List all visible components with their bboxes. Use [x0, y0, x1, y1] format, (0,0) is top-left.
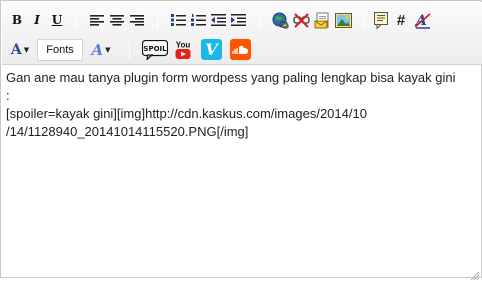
bullet-list-icon: [170, 14, 186, 26]
code-button[interactable]: #: [394, 12, 408, 29]
align-left-button[interactable]: [89, 13, 105, 27]
italic-button[interactable]: I: [30, 12, 44, 28]
numbered-list-icon: [190, 14, 206, 26]
svg-text:SPOIL: SPOIL: [143, 45, 167, 53]
resize-grip-icon: [470, 271, 480, 281]
insert-email-button[interactable]: [313, 12, 331, 29]
svg-text:You: You: [176, 40, 191, 49]
message-textarea[interactable]: Gan ane mau tanya plugin form wordpess y…: [2, 66, 464, 278]
indent-button[interactable]: [230, 13, 246, 27]
youtube-button[interactable]: You: [174, 39, 192, 60]
svg-text:V: V: [205, 40, 219, 59]
soundcloud-button[interactable]: [230, 39, 251, 60]
quote-button[interactable]: [373, 12, 389, 29]
remove-format-icon: A: [414, 13, 431, 29]
align-right-icon: [130, 14, 144, 26]
vimeo-icon: V: [201, 39, 222, 60]
outdent-button[interactable]: [210, 13, 226, 27]
font-color-icon: A: [10, 42, 22, 58]
editor-toolbar: B I U # A ▼ Fonts A ▼ SPOIL You V: [2, 2, 482, 65]
indent-icon: [230, 14, 246, 26]
email-icon: [314, 12, 328, 29]
toolbar-separator: [75, 12, 76, 30]
align-right-button[interactable]: [129, 13, 145, 27]
font-color-button[interactable]: A ▼: [8, 41, 32, 59]
remove-format-button[interactable]: A: [413, 12, 431, 29]
image-icon: [334, 13, 352, 28]
soundcloud-icon: [230, 39, 251, 60]
outdent-icon: [210, 14, 226, 26]
youtube-icon: You: [175, 40, 191, 59]
align-left-icon: [90, 14, 104, 26]
resize-handle[interactable]: [469, 265, 480, 281]
toolbar-separator: [157, 12, 158, 30]
align-center-button[interactable]: [109, 13, 125, 27]
chevron-down-icon: ▼: [23, 46, 30, 54]
font-size-button[interactable]: A ▼: [88, 40, 114, 59]
underline-button[interactable]: U: [50, 12, 64, 28]
toolbar-separator: [259, 12, 260, 30]
unlink-button[interactable]: [292, 12, 310, 29]
bold-button[interactable]: B: [10, 12, 24, 28]
link-icon: [272, 12, 289, 29]
insert-image-button[interactable]: [334, 12, 352, 29]
insert-link-button[interactable]: [271, 12, 289, 29]
font-size-icon: A: [91, 40, 104, 59]
spoiler-icon: SPOIL: [142, 40, 168, 60]
quote-icon: [374, 12, 388, 29]
numbered-list-button[interactable]: [190, 13, 206, 27]
bullet-list-button[interactable]: [170, 13, 186, 27]
toolbar-separator: [363, 12, 364, 30]
unlink-icon: [292, 13, 310, 28]
toolbar-separator: [129, 41, 130, 59]
code-icon: #: [396, 12, 406, 29]
editor: B I U # A ▼ Fonts A ▼ SPOIL You V Gan an…: [0, 0, 482, 281]
spoiler-button[interactable]: SPOIL: [142, 40, 168, 60]
vimeo-button[interactable]: V: [201, 39, 222, 60]
fonts-dropdown[interactable]: Fonts: [37, 39, 83, 61]
chevron-down-icon: ▼: [105, 45, 111, 54]
align-center-icon: [110, 14, 124, 26]
